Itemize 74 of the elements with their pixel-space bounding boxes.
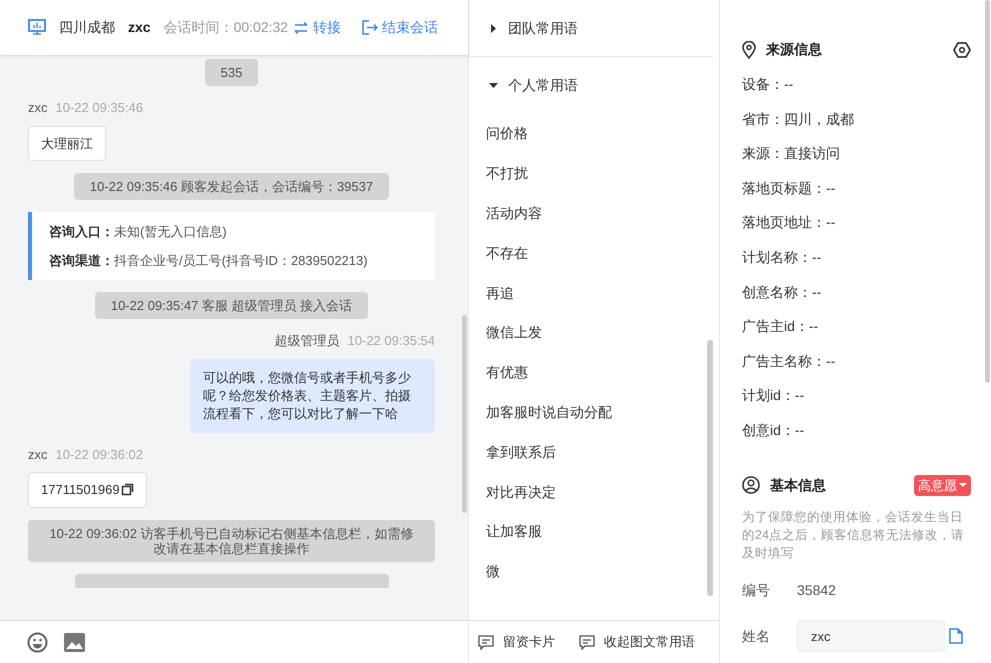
message-bubble: 可以的哦，您微信号或者手机号多少呢？给您发价格表、主题客片、拍摄流程看下，您可以对比了解一下哈 bbox=[190, 358, 435, 432]
phrase-item[interactable]: 微信上发 bbox=[469, 312, 719, 353]
name-input[interactable]: zxc bbox=[797, 620, 945, 652]
emoji-icon[interactable] bbox=[27, 632, 48, 652]
message-time: 10-22 09:35:54 bbox=[348, 332, 435, 350]
message-bubble: 17711501969 bbox=[28, 472, 147, 508]
transfer-button[interactable]: 转接 bbox=[293, 17, 342, 38]
source-field: 广告主名称：-- bbox=[742, 350, 971, 386]
system-message: 10-22 09:36:02 访客手机号已自动标记右侧基本信息栏，如需修改请在基本信息栏直接操作 bbox=[28, 520, 435, 562]
scrollbar[interactable] bbox=[462, 315, 467, 513]
source-field: 创意id：-- bbox=[742, 420, 971, 455]
phrase-group-header[interactable]: 个人常用语 bbox=[469, 57, 719, 114]
source-field: 落地页地址：-- bbox=[742, 212, 971, 247]
notice-text: 为了保障您的使用体验，会话发生当日的24点之后，顾客信息将无法修改，请及时填写 bbox=[742, 509, 965, 562]
end-session-button[interactable]: 结束会话 bbox=[362, 17, 438, 38]
phrase-item[interactable]: 活动内容 bbox=[469, 194, 719, 234]
source-field: 落地页标题：-- bbox=[742, 178, 971, 212]
phrase-item[interactable]: 让加客服 bbox=[469, 512, 719, 552]
phrase-item[interactable]: 不存在 bbox=[469, 233, 719, 274]
swap-icon bbox=[293, 22, 310, 34]
sender-name: zxc bbox=[28, 446, 48, 464]
message-time: 10-22 09:35:46 bbox=[56, 99, 143, 117]
phrase-item[interactable]: 加客服时说自动分配 bbox=[469, 392, 719, 432]
source-field: 来源：直接访问 bbox=[742, 143, 971, 178]
monitor-icon bbox=[28, 19, 46, 36]
phrase-item[interactable]: 不打扰 bbox=[469, 154, 719, 194]
sender-name: zxc bbox=[28, 99, 48, 117]
system-message: 10-22 09:35:47 客服 超级管理员 接入会话 bbox=[94, 292, 368, 319]
logout-icon bbox=[362, 20, 378, 35]
footer-button[interactable]: 收起图文常用语 bbox=[579, 632, 695, 652]
info-label: 咨询渠道： bbox=[49, 252, 114, 270]
phrase-item[interactable]: 微 bbox=[469, 552, 719, 592]
source-field: 广告主id：-- bbox=[742, 316, 971, 351]
settings-icon[interactable] bbox=[953, 42, 971, 58]
info-label: 咨询入口： bbox=[49, 223, 114, 241]
comment-icon bbox=[579, 634, 595, 650]
phrase-item[interactable]: 有优惠 bbox=[469, 352, 719, 393]
user-name: zxc bbox=[128, 18, 151, 37]
info-value: 抖音企业号/员工号(抖音号ID：2839502213) bbox=[114, 252, 368, 270]
section-title: 来源信息 bbox=[766, 40, 822, 59]
source-field: 计划名称：-- bbox=[742, 246, 971, 282]
field-label: 姓名 bbox=[742, 626, 771, 646]
location-pin-icon bbox=[742, 40, 756, 58]
scrollbar[interactable] bbox=[985, 0, 990, 383]
location-text: 四川成都 bbox=[59, 18, 115, 37]
info-value: 未知(暂无入口信息) bbox=[114, 223, 227, 241]
message-time: 10-22 09:36:02 bbox=[56, 446, 143, 464]
source-field: 创意名称：-- bbox=[742, 282, 971, 316]
field-label: 编号 bbox=[742, 580, 771, 600]
phrase-item[interactable]: 再追 bbox=[469, 273, 719, 313]
source-field: 设备：-- bbox=[742, 74, 971, 109]
footer-button[interactable]: 留资卡片 bbox=[478, 632, 555, 652]
phrase-group-header[interactable]: 团队常用语 bbox=[469, 0, 713, 57]
scrollbar[interactable] bbox=[707, 340, 713, 596]
sender-name: 超级管理员 bbox=[274, 332, 340, 350]
session-time: 会话时间：00:02:32 bbox=[164, 18, 288, 37]
document-icon[interactable] bbox=[949, 628, 963, 644]
caret-down-icon bbox=[959, 482, 967, 488]
field-value: 35842 bbox=[797, 580, 836, 600]
phrase-item[interactable]: 拿到联系后 bbox=[469, 432, 719, 472]
system-message: 535 bbox=[204, 59, 258, 86]
caret-down-icon bbox=[489, 81, 498, 90]
comment-icon bbox=[478, 634, 494, 650]
caret-right-icon bbox=[489, 24, 498, 32]
image-icon[interactable] bbox=[64, 632, 85, 652]
source-field: 计划id：-- bbox=[742, 385, 971, 420]
phrase-item[interactable]: 对比再决定 bbox=[469, 472, 719, 512]
phrase-item[interactable]: 问价格 bbox=[469, 114, 719, 154]
copy-icon[interactable] bbox=[120, 483, 134, 496]
section-title: 基本信息 bbox=[770, 476, 826, 495]
user-circle-icon bbox=[742, 476, 760, 494]
system-message: 10-22 09:35:46 顾客发起会话，会话编号：39537 bbox=[74, 173, 390, 200]
message-bubble: 大理丽江 bbox=[28, 126, 106, 161]
source-field: 省市：四川，成都 bbox=[742, 108, 971, 144]
